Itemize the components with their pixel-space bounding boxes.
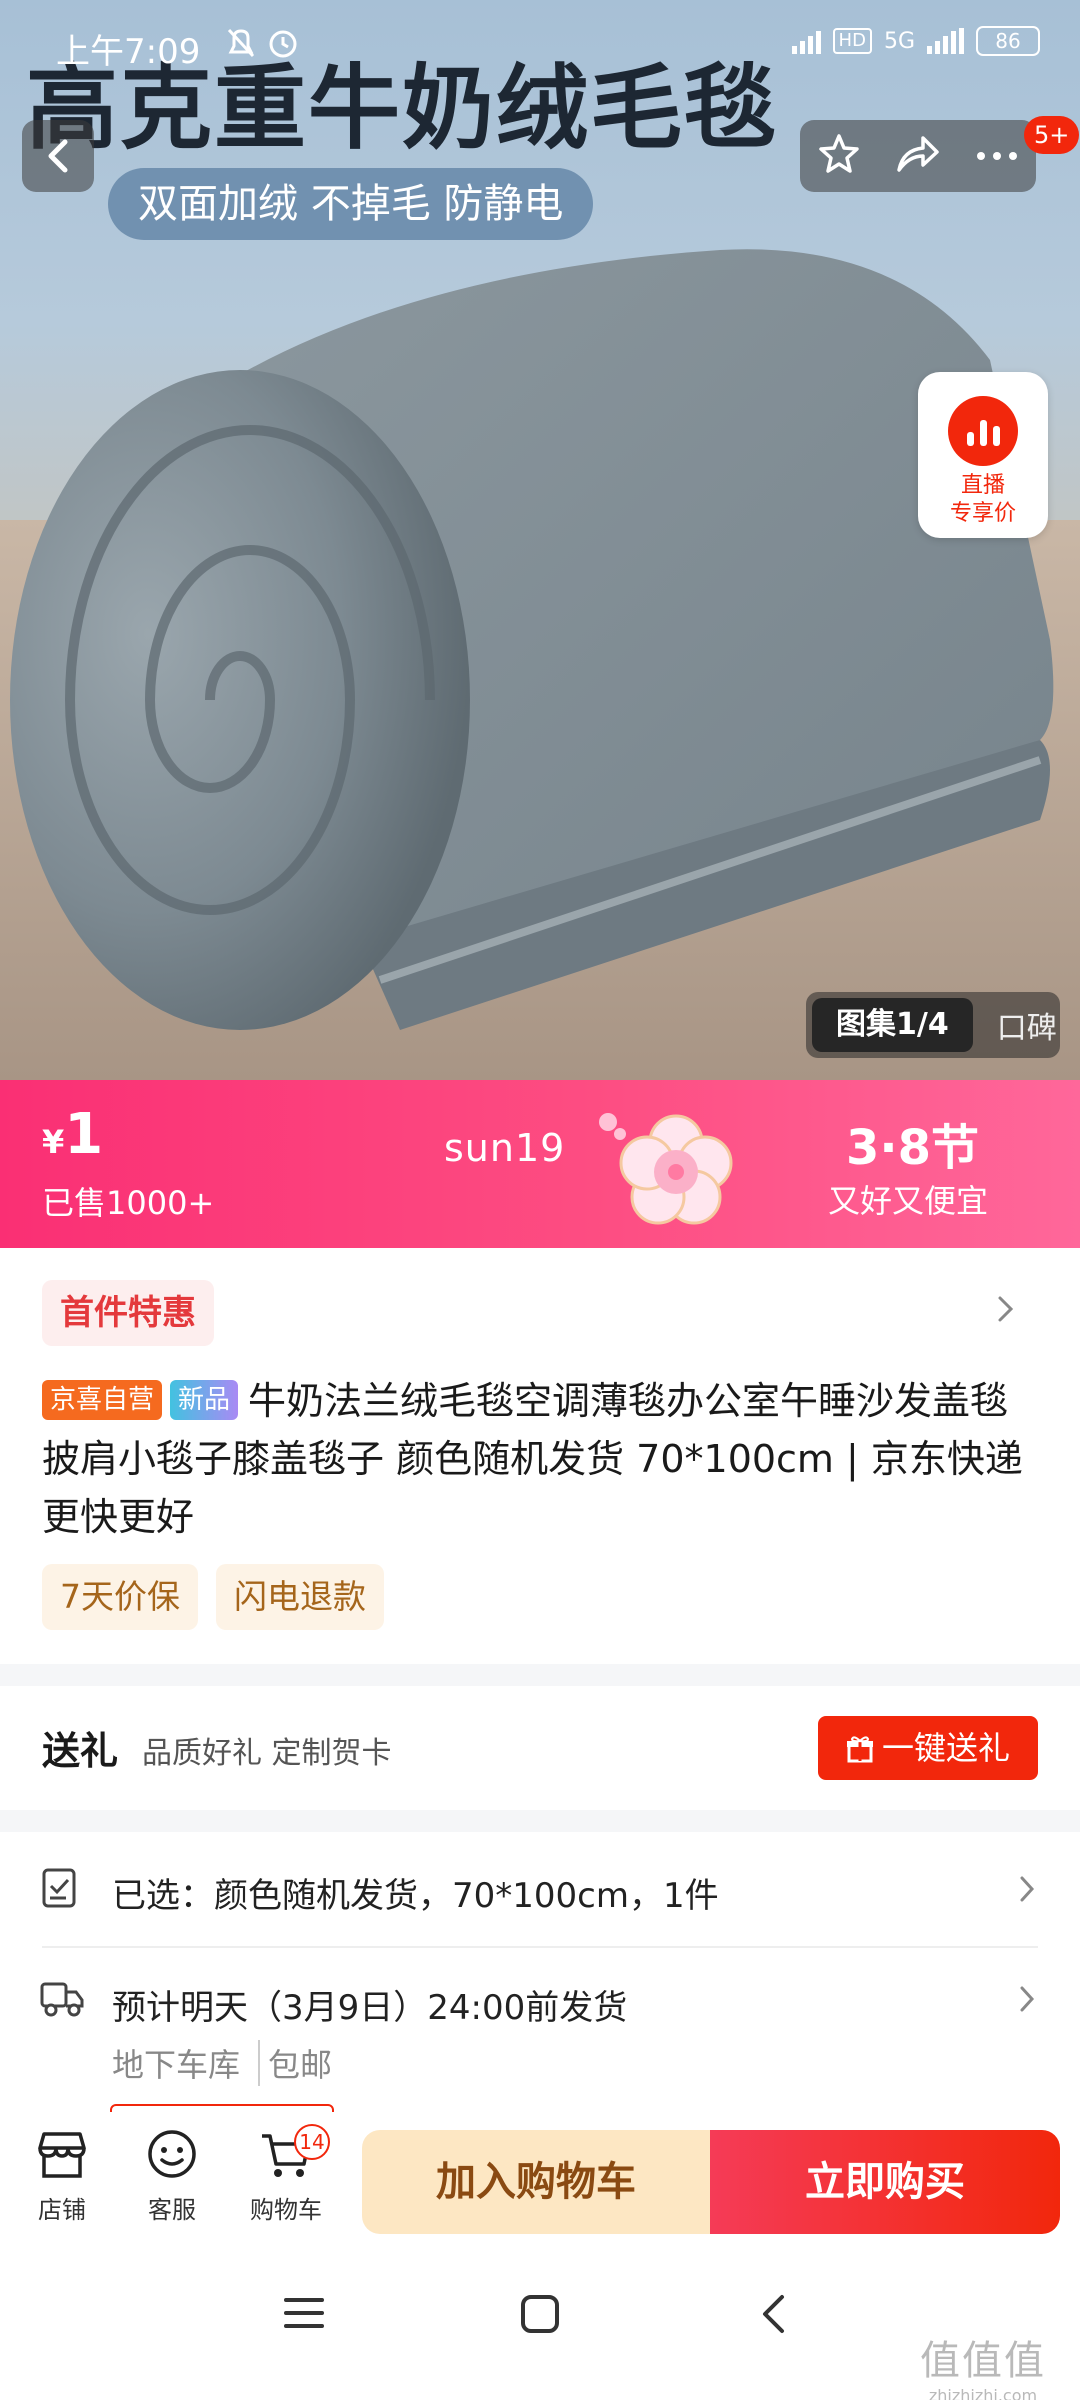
flower-icon [599, 1113, 733, 1225]
more-button[interactable] [975, 147, 1019, 166]
gift-title: 送礼 [42, 1729, 119, 1773]
selected-spec-text: 已选：颜色随机发货，70*100cm，1件 [112, 1876, 719, 1916]
promo-name: sun19 [444, 1126, 566, 1170]
star-icon [819, 134, 859, 173]
first-offer-badge[interactable]: 首件特惠 [42, 1280, 214, 1346]
network-type: 5G [883, 28, 915, 54]
chevron-right-icon [1020, 1876, 1035, 1902]
message-count-badge: 5+ [1024, 116, 1080, 154]
buy-now-button[interactable]: 立即购买 [710, 2130, 1060, 2234]
festival-subtitle: 又好又便宜 [828, 1182, 989, 1220]
status-bar: 上午7:09 HD 5G 86 [0, 0, 1080, 90]
gallery-tabs: 图集1/4 口碑 [806, 992, 1060, 1058]
festival-title: 3·8节 [846, 1120, 980, 1176]
new-product-tag: 新品 [170, 1380, 239, 1420]
watermark: 值值值 zhizhizhi.com [920, 2328, 1046, 2400]
cart-button[interactable]: 14 购物车 [236, 2124, 336, 2225]
send-gift-button[interactable]: 一键送礼 [818, 1716, 1038, 1780]
add-to-cart-button[interactable]: 加入购物车 [362, 2130, 710, 2234]
price: ¥1 [42, 1102, 103, 1167]
currency-symbol: ¥ [42, 1123, 65, 1161]
hd-icon: HD [832, 28, 872, 54]
service-label: 客服 [148, 2196, 196, 2224]
status-time: 上午7:09 [56, 32, 201, 72]
live-sublabel: 专享价 [949, 501, 1016, 526]
shop-icon [38, 2132, 86, 2178]
chevron-left-icon [48, 139, 68, 173]
shop-button[interactable]: 店铺 [12, 2130, 112, 2225]
live-icon [948, 396, 1018, 466]
shipping-location: 地下车库 [112, 2046, 241, 2084]
cart-label: 购物车 [250, 2196, 322, 2224]
shop-label: 店铺 [38, 2196, 86, 2224]
truck-icon [40, 1982, 84, 2017]
selected-spec-row[interactable]: 已选：颜色随机发货，70*100cm，1件 [0, 1832, 1080, 1946]
customer-service-button[interactable]: 客服 [122, 2130, 222, 2225]
product-title-block: 京喜自营 新品 牛奶法兰绒毛毯空调薄毯办公室午睡沙发盖毯披肩小毯子膝盖毯子 颜色随机… [42, 1372, 1042, 1546]
watermark-logo: 值值值 [920, 2338, 1046, 2384]
shipping-eta: 预计明天（3月9日）24:00前发货 [112, 1988, 628, 2028]
back-nav-icon[interactable] [760, 2294, 786, 2334]
status-alert-icons [225, 26, 305, 68]
signal-icon-2 [927, 28, 964, 54]
gift-section: 送礼 品质好礼 定制贺卡 一键送礼 [0, 1686, 1080, 1810]
shipping-free: 包邮 [258, 2040, 332, 2086]
section-divider [0, 1664, 1080, 1686]
share-icon [897, 136, 939, 172]
watermark-url: zhizhizhi.com [928, 2386, 1038, 2400]
shipping-row[interactable]: 预计明天（3月9日）24:00前发货 地下车库 包邮 [0, 1948, 1080, 2108]
chevron-right-icon [1020, 1986, 1035, 2012]
tab-gallery[interactable]: 图集1/4 [812, 998, 973, 1052]
live-label: 直播 [960, 473, 1005, 498]
selected-box-icon [42, 1868, 76, 1908]
gift-icon [846, 1736, 873, 1763]
hero-subheadline: 双面加绒 不掉毛 防静电 [108, 168, 594, 240]
price-value: 1 [64, 1102, 104, 1167]
bottom-action-bar: 店铺 客服 14 购物车 加入购物车 立即购买 [0, 2112, 1080, 2252]
service-tag-price-protect[interactable]: 7天价保 [42, 1564, 198, 1630]
send-gift-label: 一键送礼 [881, 1729, 1010, 1767]
price-banner: ¥1 已售1000+ sun19 3·8节 又好又便宜 [0, 1080, 1080, 1248]
chevron-right-icon[interactable] [996, 1292, 1016, 1326]
customer-service-icon [148, 2130, 196, 2178]
share-button[interactable] [895, 132, 941, 180]
home-icon[interactable] [520, 2294, 560, 2334]
tab-reviews[interactable]: 口碑 [997, 1003, 1057, 1047]
gift-description: 品质好礼 定制贺卡 [142, 1736, 392, 1771]
section-divider-2 [0, 1810, 1080, 1832]
signal-icon [791, 28, 821, 54]
service-tag-fast-refund[interactable]: 闪电退款 [216, 1564, 384, 1630]
top-action-group [800, 120, 1036, 192]
back-button[interactable] [22, 120, 94, 192]
sold-count: 已售1000+ [42, 1184, 215, 1222]
system-navigation-bar [0, 2252, 1080, 2400]
favorite-button[interactable] [817, 132, 861, 180]
battery-icon: 86 [976, 26, 1040, 56]
status-right-icons: HD 5G 86 [791, 26, 1040, 56]
more-dots-icon [977, 151, 1017, 160]
self-operated-tag: 京喜自营 [42, 1380, 163, 1420]
live-price-button[interactable]: 直播 专享价 [918, 372, 1048, 538]
menu-icon[interactable] [284, 2296, 324, 2330]
cart-count-badge: 14 [294, 2124, 330, 2160]
